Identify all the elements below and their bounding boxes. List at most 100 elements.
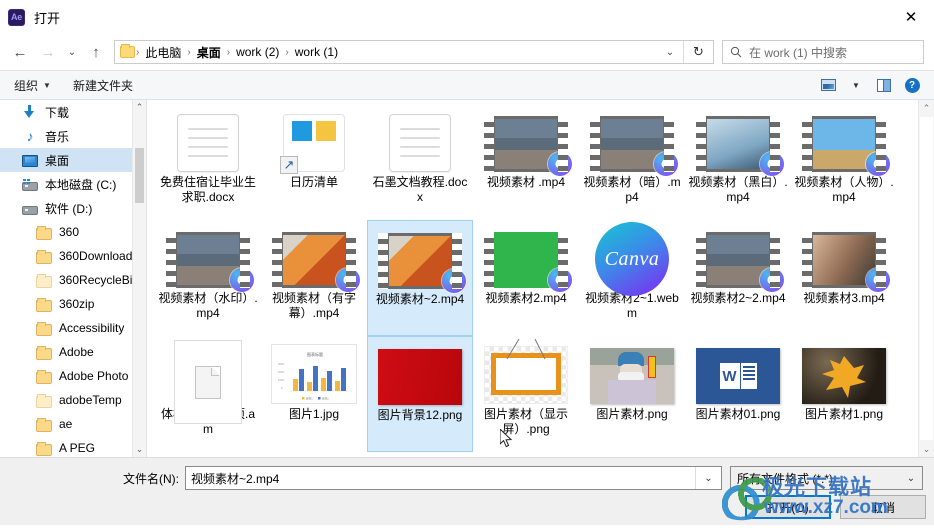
filename-value[interactable]: 视频素材~2.mp4 — [191, 470, 695, 487]
sidebar-item-7[interactable]: 360RecycleBin — [0, 268, 146, 292]
command-bar: 组织 ▼ 新建文件夹 ▼ ? — [0, 70, 934, 100]
forward-button[interactable]: → — [34, 38, 62, 66]
file-item[interactable]: C 视频素材（水印）.mp4 — [155, 220, 261, 336]
file-item[interactable]: C 视频素材 .mp4 — [473, 104, 579, 220]
close-icon[interactable]: ✕ — [888, 0, 934, 34]
sidebar-item-10[interactable]: Adobe — [0, 340, 146, 364]
file-item[interactable]: C 视频素材（有字幕）.mp4 — [261, 220, 367, 336]
breadcrumb[interactable]: › 此电脑 › 桌面 › work (2) › work (1) — [115, 44, 657, 61]
change-view-button[interactable] — [814, 73, 842, 97]
file-item[interactable]: C 视频素材3.mp4 — [791, 220, 897, 336]
file-item[interactable]: 免费住宿让毕业生求职.docx — [155, 104, 261, 220]
organize-label: 组织 — [14, 78, 39, 93]
camtasia-badge-icon: C — [442, 269, 466, 293]
breadcrumb-item-3[interactable]: work (1) — [290, 45, 343, 59]
file-thumbnail: C — [155, 224, 261, 292]
back-button[interactable]: ← — [6, 38, 34, 66]
file-list-pane[interactable]: 免费住宿让毕业生求职.docx ↗ 日历清单 石墨文档教程.docx C 视频素材 .mp… — [147, 100, 934, 457]
sidebar-scrollbar[interactable]: ⌃ ⌄ — [132, 100, 146, 457]
sidebar-item-8[interactable]: 360zip — [0, 292, 146, 316]
sidebar-item-4[interactable]: 软件 (D:) — [0, 196, 146, 220]
footer-buttons: 打开(O) 取消 — [745, 495, 926, 519]
chevron-down-icon[interactable]: ⌄ — [695, 467, 721, 489]
file-item[interactable]: ↗ 日历清单 — [261, 104, 367, 220]
file-item[interactable]: W 图片素材01.png — [685, 336, 791, 452]
scroll-down-icon[interactable]: ⌄ — [919, 441, 934, 457]
cancel-button[interactable]: 取消 — [840, 495, 926, 519]
refresh-icon[interactable]: ↻ — [683, 41, 713, 63]
file-item[interactable]: C 视频素材2~2.mp4 — [685, 220, 791, 336]
file-item[interactable]: C 视频素材2.mp4 — [473, 220, 579, 336]
breadcrumb-item-2[interactable]: work (2) — [231, 45, 284, 59]
sidebar-item-14[interactable]: A PEG — [0, 436, 146, 457]
preview-pane-button[interactable] — [870, 73, 898, 97]
filetype-select[interactable]: 所有文件格式 (*.*) ⌄ — [730, 466, 923, 490]
chart-image-thumbnail: 图表标题 3000 2000 1000 0 系列1 系列2 — [271, 344, 357, 404]
sidebar-item-9[interactable]: Accessibility — [0, 316, 146, 340]
music-icon: ♪ — [26, 128, 34, 144]
scroll-down-icon[interactable]: ⌄ — [133, 442, 146, 457]
video-thumbnail: C — [802, 116, 890, 176]
sidebar-item-1[interactable]: ♪ 音乐 — [0, 124, 146, 148]
svg-text:系列1: 系列1 — [306, 397, 313, 401]
sidebar-item-5[interactable]: 360 — [0, 220, 146, 244]
file-item[interactable]: 图片素材.png — [579, 336, 685, 452]
file-item[interactable]: 图表标题 3000 2000 1000 0 系列1 系列2 图片1.jpg — [261, 336, 367, 452]
new-folder-button[interactable]: 新建文件夹 — [73, 77, 133, 94]
scroll-up-icon[interactable]: ⌃ — [919, 100, 934, 116]
chevron-down-icon[interactable]: ⌄ — [657, 47, 683, 58]
sidebar-item-13[interactable]: ae — [0, 412, 146, 436]
file-name-label: 免费住宿让毕业生求职.docx — [159, 175, 256, 204]
file-item[interactable]: C 视频素材~2.mp4 — [367, 220, 473, 336]
recent-locations-button[interactable]: ⌄ — [62, 38, 82, 66]
sidebar-item-label: Adobe — [59, 345, 94, 359]
file-name-label: 视频素材 .mp4 — [486, 175, 565, 189]
file-grid: 免费住宿让毕业生求职.docx ↗ 日历清单 石墨文档教程.docx C 视频素材 .mp… — [147, 100, 921, 457]
sidebar-item-label: 360 — [59, 225, 80, 239]
file-item[interactable]: 图片背景12.png — [367, 336, 473, 452]
file-item[interactable]: 图片素材1.png — [791, 336, 897, 452]
folder-icon — [36, 249, 52, 264]
unknown-file-thumbnail — [174, 340, 242, 424]
view-dropdown-button[interactable]: ▼ — [842, 73, 870, 97]
file-item[interactable]: C 视频素材（黑白）.mp4 — [685, 104, 791, 220]
file-thumbnail: C — [261, 224, 367, 292]
shortcut-arrow-icon: ↗ — [280, 156, 298, 174]
file-item[interactable]: Canva 视频素材2~1.webm — [579, 220, 685, 336]
file-item[interactable]: C 视频素材（暗）.mp4 — [579, 104, 685, 220]
sidebar-item-11[interactable]: Adobe Photo — [0, 364, 146, 388]
search-box[interactable]: 在 work (1) 中搜索 — [722, 40, 924, 64]
file-pane-scroll-thumb[interactable] — [920, 117, 933, 440]
file-item[interactable]: 体检前注意事项.am — [155, 336, 261, 452]
search-input[interactable]: 在 work (1) 中搜索 — [749, 44, 847, 61]
filename-input[interactable]: 视频素材~2.mp4 ⌄ — [185, 466, 722, 490]
scroll-up-icon[interactable]: ⌃ — [133, 100, 146, 115]
sidebar-item-6[interactable]: 360Download — [0, 244, 146, 268]
up-button[interactable]: ↑ — [82, 38, 110, 66]
video-thumbnail: C — [484, 232, 572, 292]
sidebar-item-3[interactable]: 本地磁盘 (C:) — [0, 172, 146, 196]
svg-text:1000: 1000 — [278, 378, 284, 382]
file-item[interactable]: C 视频素材（人物）.mp4 — [791, 104, 897, 220]
file-pane-scrollbar[interactable]: ⌃ ⌄ — [918, 100, 934, 457]
sidebar-item-2[interactable]: 桌面 — [0, 148, 146, 172]
dialog-footer: 文件名(N): 视频素材~2.mp4 ⌄ 所有文件格式 (*.*) ⌄ 打开(O… — [0, 457, 934, 528]
view-icon — [820, 79, 836, 91]
open-button[interactable]: 打开(O) — [745, 495, 831, 519]
sidebar-item-12[interactable]: adobeTemp — [0, 388, 146, 412]
sidebar-item-0[interactable]: 下载 — [0, 100, 146, 124]
chevron-down-icon[interactable]: ⌄ — [900, 473, 922, 484]
svg-text:0: 0 — [281, 386, 283, 390]
svg-text:系列2: 系列2 — [322, 397, 329, 401]
organize-button[interactable]: 组织 ▼ — [14, 77, 51, 94]
address-bar[interactable]: › 此电脑 › 桌面 › work (2) › work (1) ⌄ ↻ — [114, 40, 714, 64]
video-thumbnail: C — [696, 232, 784, 292]
file-item[interactable]: 石墨文档教程.docx — [367, 104, 473, 220]
breadcrumb-item-0[interactable]: 此电脑 — [140, 44, 186, 61]
breadcrumb-item-1[interactable]: 桌面 — [192, 44, 226, 61]
sidebar-scroll-thumb[interactable] — [135, 148, 144, 203]
file-item[interactable]: 图片素材（显示屏）.png — [473, 336, 579, 452]
help-button[interactable]: ? — [898, 73, 926, 97]
camtasia-badge-icon: C — [548, 152, 572, 176]
sidebar-item-label: 本地磁盘 (C:) — [45, 177, 117, 192]
